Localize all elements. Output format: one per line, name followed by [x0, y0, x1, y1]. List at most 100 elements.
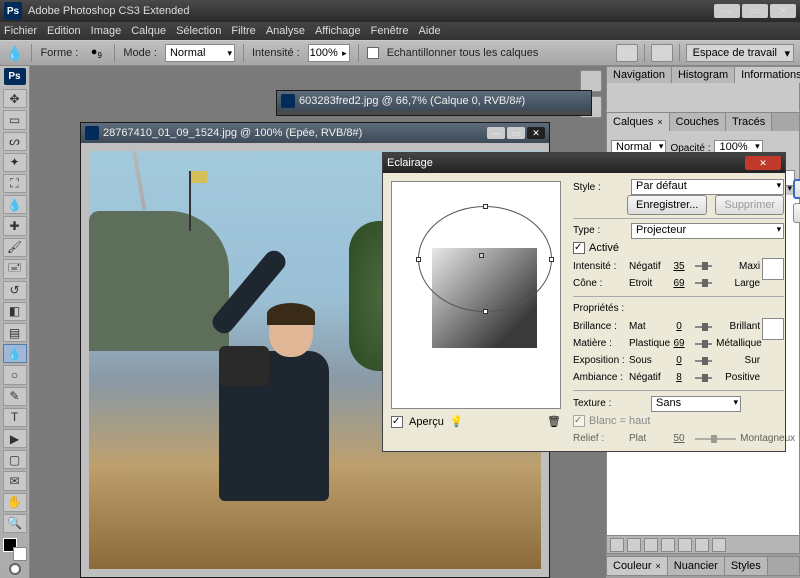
tool-crop[interactable]: ⛶	[3, 174, 27, 193]
workspace-dropdown[interactable]: Espace de travail	[686, 44, 794, 62]
adjustment-icon[interactable]	[661, 538, 675, 552]
white-high-checkbox[interactable]	[573, 415, 585, 427]
active-checkbox[interactable]	[573, 242, 585, 254]
maximize-button[interactable]: ▭	[742, 4, 768, 18]
tool-preset-icon[interactable]: 💧	[6, 45, 23, 62]
new-light-icon[interactable]: 💡	[450, 415, 464, 429]
exposure-slider[interactable]	[695, 360, 712, 362]
tab-informations[interactable]: Informations×	[735, 67, 800, 83]
tool-type[interactable]: T	[3, 408, 27, 427]
tool-history-brush[interactable]: ↺	[3, 281, 27, 300]
tab-calques[interactable]: Calques×	[607, 113, 670, 131]
lighting-preview[interactable]	[391, 181, 561, 409]
doc-maximize-button[interactable]: ▭	[507, 127, 525, 139]
texture-dropdown[interactable]: Sans	[651, 396, 741, 412]
tool-stamp[interactable]: 🖃	[3, 259, 27, 279]
menu-calque[interactable]: Calque	[131, 25, 166, 37]
background-color-icon[interactable]	[13, 547, 27, 561]
tab-couches[interactable]: Couches	[670, 113, 726, 131]
menu-filtre[interactable]: Filtre	[231, 25, 255, 37]
tool-dodge[interactable]: ○	[3, 365, 27, 384]
tab-nuancier[interactable]: Nuancier	[668, 557, 725, 575]
tool-move[interactable]: ✥	[3, 89, 27, 108]
exposure-value[interactable]: 0	[667, 355, 691, 366]
ok-button[interactable]: OK	[793, 179, 800, 199]
doc-minimize-button[interactable]: —	[487, 127, 505, 139]
material-slider[interactable]	[695, 343, 712, 345]
handle-right[interactable]	[549, 257, 554, 262]
ambient-color-swatch[interactable]	[762, 318, 784, 340]
menu-image[interactable]: Image	[91, 25, 122, 37]
sample-all-layers-checkbox[interactable]	[367, 47, 379, 59]
color-swatches[interactable]	[3, 538, 27, 561]
menu-edition[interactable]: Edition	[47, 25, 81, 37]
handle-bottom[interactable]	[483, 309, 488, 314]
tab-histogram[interactable]: Histogram	[672, 67, 735, 83]
menu-analyse[interactable]: Analyse	[266, 25, 305, 37]
link-layers-icon[interactable]	[610, 538, 624, 552]
fx-icon[interactable]	[627, 538, 641, 552]
tool-shape[interactable]: ▢	[3, 450, 27, 469]
tool-gradient[interactable]: ▤	[3, 323, 27, 342]
tool-lasso[interactable]: ᔕ	[3, 132, 27, 151]
delete-light-icon[interactable]: 🗑	[547, 415, 561, 429]
cone-slider[interactable]	[695, 282, 712, 284]
material-value[interactable]: 69	[667, 338, 691, 349]
blend-mode-dropdown[interactable]: Normal	[165, 44, 235, 62]
menu-fichier[interactable]: Fichier	[4, 25, 37, 37]
style-dropdown[interactable]: Par défaut	[631, 179, 784, 195]
mask-icon[interactable]	[644, 538, 658, 552]
ambience-value[interactable]: 8	[667, 372, 691, 383]
tool-eyedropper[interactable]: 💧	[3, 195, 27, 214]
screen-mode-icon[interactable]	[651, 44, 673, 62]
go-to-bridge-icon[interactable]	[616, 44, 638, 62]
dialog-titlebar[interactable]: Eclairage ✕	[383, 153, 785, 173]
dialog-close-button[interactable]: ✕	[745, 156, 781, 170]
intensity-value[interactable]: 35	[667, 261, 691, 272]
handle-left[interactable]	[416, 257, 421, 262]
tab-traces[interactable]: Tracés	[726, 113, 772, 131]
tool-eraser[interactable]: ◧	[3, 302, 27, 321]
intensity-input[interactable]: 100%	[308, 44, 350, 62]
handle-top[interactable]	[483, 204, 488, 209]
trash-icon[interactable]	[712, 538, 726, 552]
menu-fenetre[interactable]: Fenêtre	[371, 25, 409, 37]
tab-navigation[interactable]: Navigation	[607, 67, 672, 83]
close-button[interactable]: ✕	[770, 4, 796, 18]
tool-blur[interactable]: 💧	[3, 344, 27, 363]
save-style-button[interactable]: Enregistrer...	[627, 195, 707, 215]
tool-pen[interactable]: ✎	[3, 387, 27, 406]
light-color-swatch[interactable]	[762, 258, 784, 280]
menu-affichage[interactable]: Affichage	[315, 25, 361, 37]
menu-aide[interactable]: Aide	[419, 25, 441, 37]
close-icon[interactable]: ×	[657, 117, 662, 127]
doc-close-button[interactable]: ✕	[527, 127, 545, 139]
tool-path-select[interactable]: ▶	[3, 429, 27, 448]
tool-healing[interactable]: ✚	[3, 216, 27, 235]
tab-couleur[interactable]: Couleur×	[607, 557, 668, 575]
quick-mask-toggle[interactable]	[3, 561, 27, 578]
gloss-value[interactable]: 0	[667, 321, 691, 332]
light-ellipse-handle[interactable]	[418, 206, 552, 312]
cancel-button[interactable]: Annuler	[793, 203, 800, 223]
group-icon[interactable]	[678, 538, 692, 552]
close-icon[interactable]: ×	[656, 561, 661, 571]
preview-checkbox[interactable]	[391, 416, 403, 428]
menu-selection[interactable]: Sélection	[176, 25, 221, 37]
new-layer-icon[interactable]	[695, 538, 709, 552]
tool-wand[interactable]: ✦	[3, 153, 27, 172]
document-window-back[interactable]: 603283fred2.jpg @ 66,7% (Calque 0, RVB/8…	[276, 90, 592, 116]
tab-styles[interactable]: Styles	[725, 557, 768, 575]
tool-marquee[interactable]: ▭	[3, 110, 27, 129]
delete-style-button[interactable]: Supprimer	[715, 195, 784, 215]
brush-preview-icon[interactable]: ●9	[86, 46, 106, 60]
dock-brushes-icon[interactable]	[580, 70, 602, 92]
intensity-slider[interactable]	[695, 265, 712, 267]
tool-notes[interactable]: ✉	[3, 471, 27, 490]
light-type-dropdown[interactable]: Projecteur	[631, 223, 784, 239]
gloss-slider[interactable]	[695, 326, 712, 328]
tool-zoom[interactable]: 🔍	[3, 514, 27, 533]
ambience-slider[interactable]	[695, 377, 712, 379]
tool-brush[interactable]: 🖌	[3, 238, 27, 257]
cone-value[interactable]: 69	[667, 278, 691, 289]
